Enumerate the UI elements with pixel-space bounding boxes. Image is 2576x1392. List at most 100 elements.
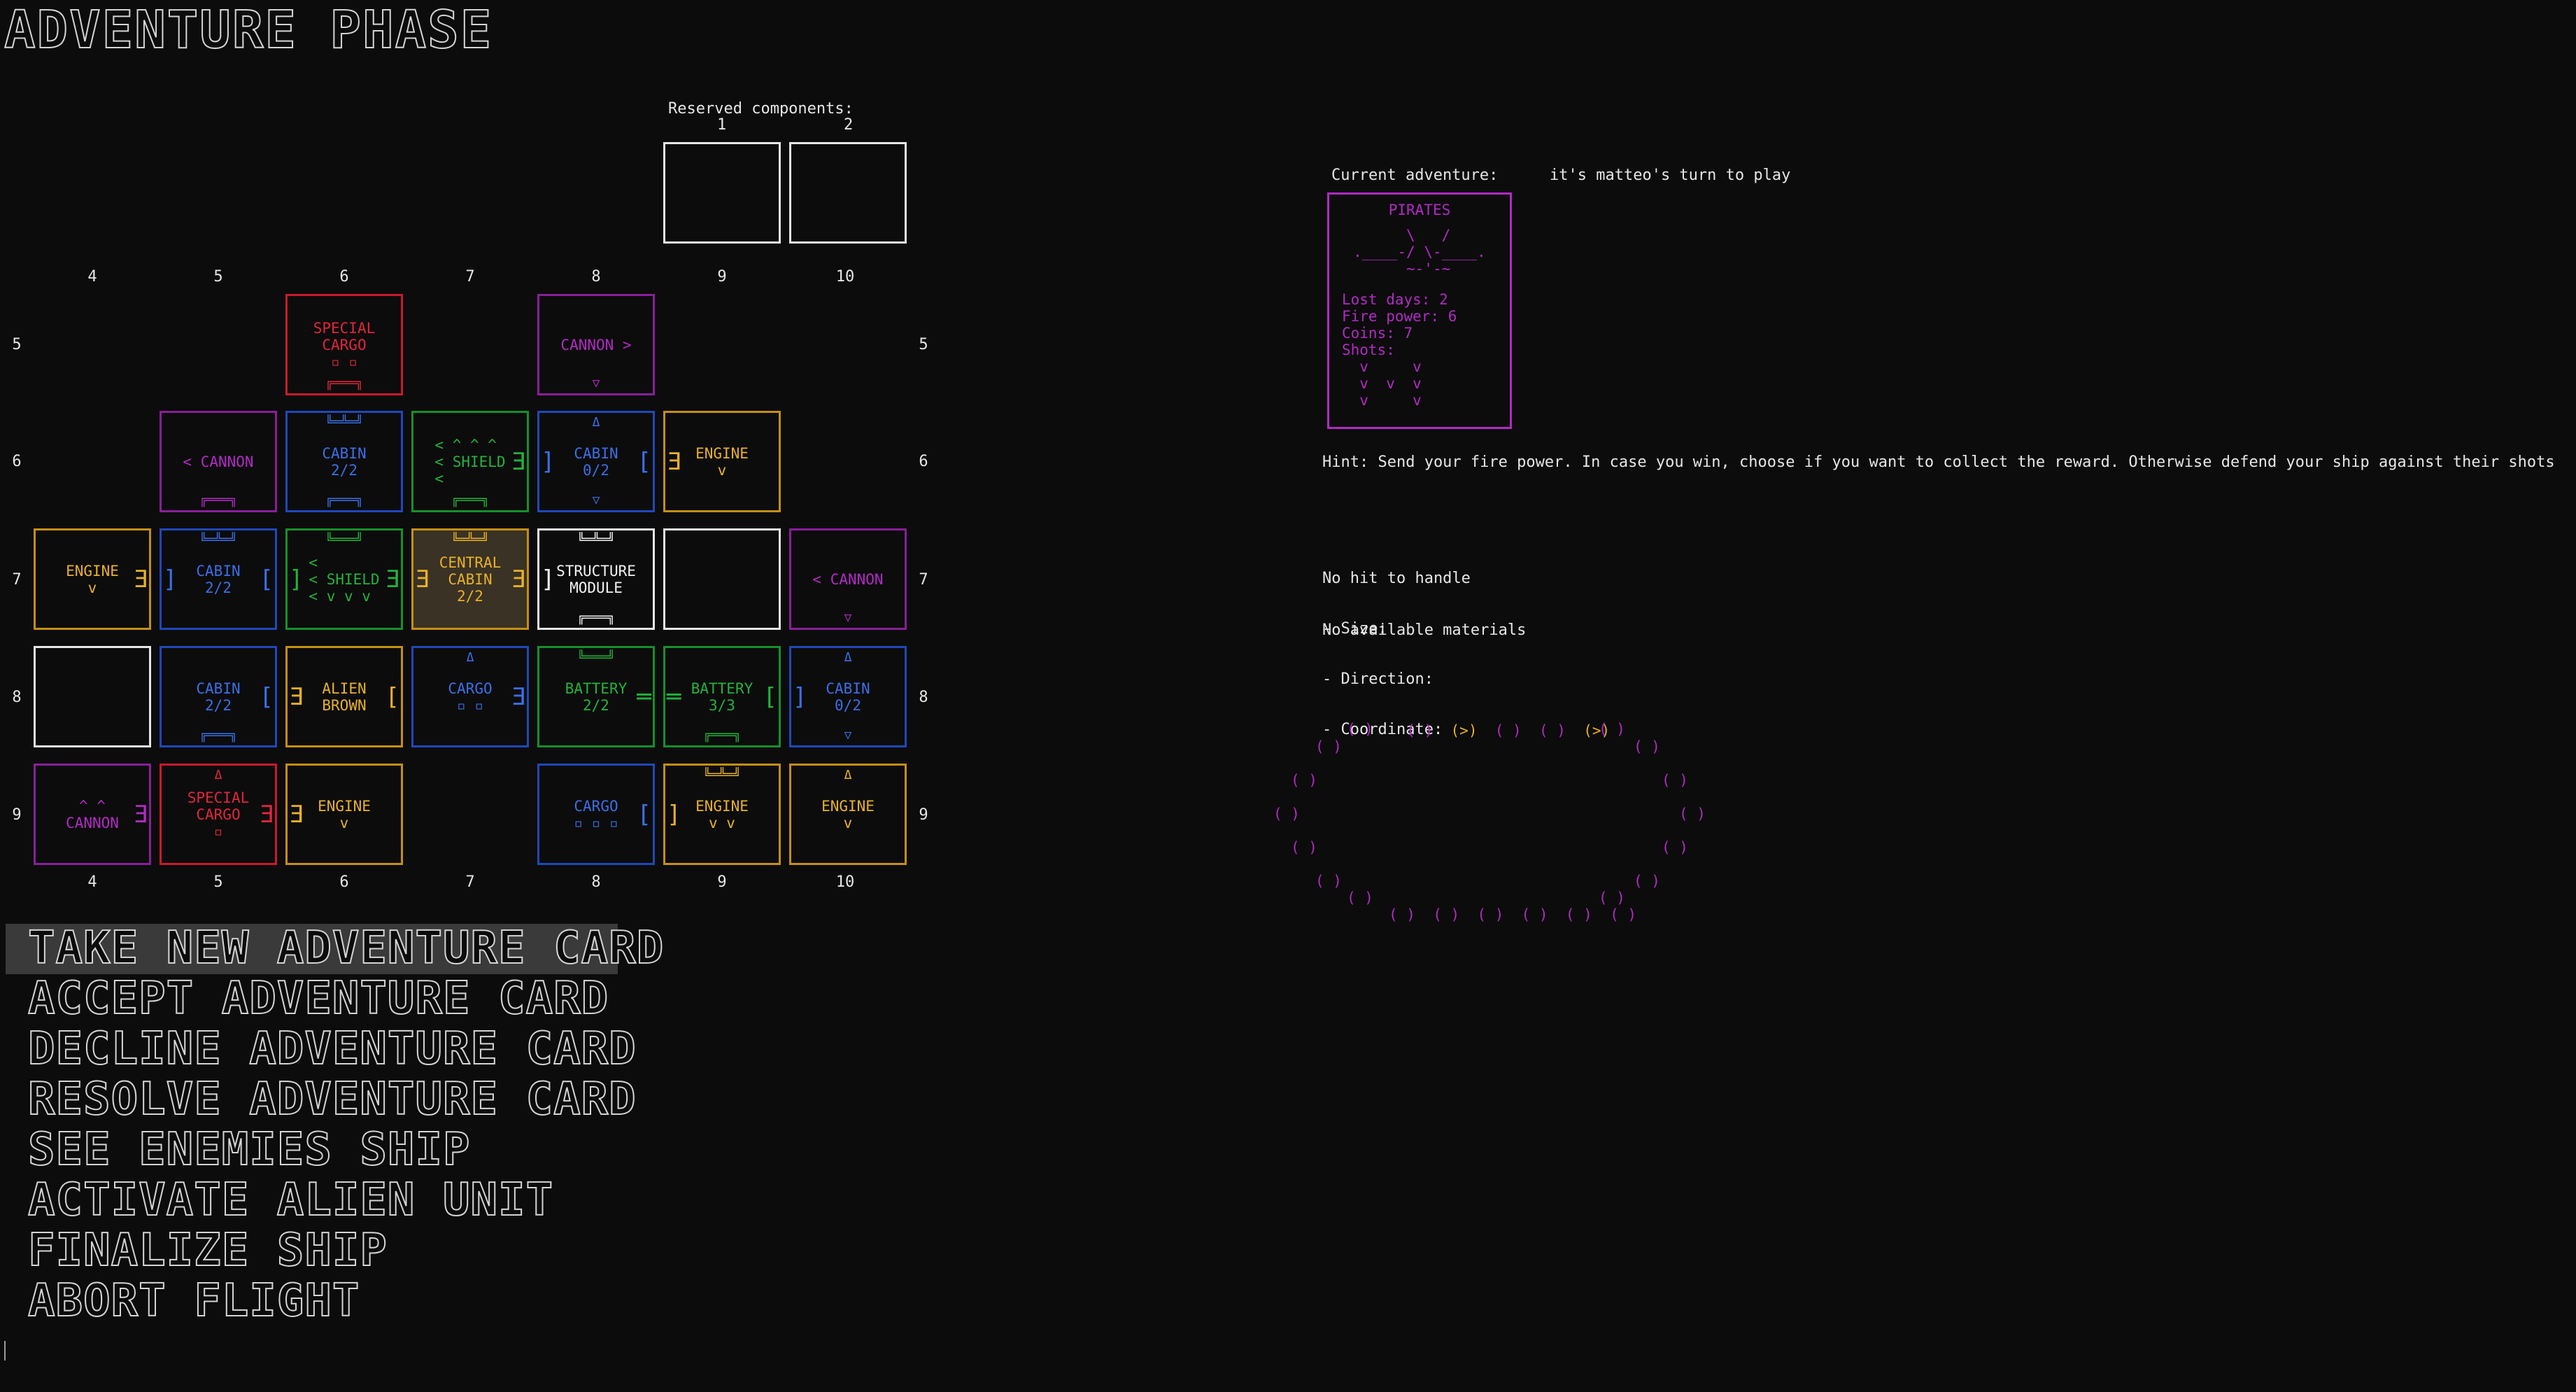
col-label: 10 xyxy=(835,873,855,891)
col-label: 5 xyxy=(213,268,223,286)
row-label: 5 xyxy=(12,336,22,353)
card-stat-coins: Coins: 7 xyxy=(1342,325,1413,342)
tile-battery[interactable]: ═ BATTERY 3/3 [ ╔═══╗ xyxy=(663,646,781,747)
menu-finalize-ship[interactable]: FINALIZE SHIP xyxy=(27,1224,388,1277)
ring-cell: ( ) xyxy=(1599,890,1625,906)
tile-engine[interactable]: Ǝ ENGINE v xyxy=(285,764,403,865)
row-label: 8 xyxy=(12,689,22,706)
reserved-slot-1[interactable] xyxy=(663,142,781,244)
shots-art: v v v v v v v xyxy=(1359,358,1422,409)
row-label: 7 xyxy=(919,571,928,589)
current-adventure-label: Current adventure: xyxy=(1331,167,1499,184)
card-stat-shots: Shots: xyxy=(1342,342,1395,358)
reserved-slot-2-label: 2 xyxy=(844,116,854,134)
tile-special-cargo[interactable]: Δ SPECIAL CARGO ▫ Ǝ xyxy=(160,764,277,865)
ring-cell: ( ) xyxy=(1494,722,1522,739)
tile-empty-slot[interactable] xyxy=(34,646,151,747)
card-stat-fire-power: Fire power: 6 xyxy=(1342,308,1457,325)
tile-shield[interactable]: < ^ ^ ^ < SHIELD < Ǝ ╔═══╗ xyxy=(411,411,529,512)
hint-text: Hint: Send your fire power. In case you … xyxy=(1322,454,2555,471)
tile-central-cabin[interactable]: ╚═╩═╝ Ǝ CENTRAL CABIN 2/2 Ǝ xyxy=(411,528,529,630)
reserved-slot-2[interactable] xyxy=(789,142,907,244)
tile-cabin[interactable]: Δ ] CABIN 0/2 ▽ xyxy=(789,646,907,747)
menu-see-enemies-ship[interactable]: SEE ENEMIES SHIP xyxy=(27,1123,470,1176)
tile-cannon[interactable]: < CANNON ╔═══╗ xyxy=(160,411,277,512)
ring-cell: ( ) xyxy=(1599,721,1625,738)
menu-decline-adventure-card[interactable]: DECLINE ADVENTURE CARD xyxy=(27,1022,637,1076)
tile-shield[interactable]: ╚═══╝ ] < < SHIELD < v v v Ǝ xyxy=(285,528,403,630)
tile-cabin[interactable]: ╚═╩═╝ CABIN 2/2 ╔═══╗ xyxy=(285,411,403,512)
menu-activate-alien-unit[interactable]: ACTIVATE ALIEN UNIT xyxy=(27,1174,553,1227)
col-label: 8 xyxy=(591,268,601,286)
menu-accept-adventure-card[interactable]: ACCEPT ADVENTURE CARD xyxy=(27,972,609,1025)
ring-cell-player: (>) xyxy=(1450,722,1478,739)
col-label: 5 xyxy=(213,873,223,891)
tile-cabin[interactable]: Δ ] CABIN 0/2 [ ▽ xyxy=(537,411,655,512)
ring-cell: ( ) xyxy=(1347,890,1373,906)
row-label: 5 xyxy=(919,336,928,353)
row-label: 6 xyxy=(12,453,22,470)
col-label: 4 xyxy=(87,268,97,286)
ring-cell: ( ) xyxy=(1634,873,1660,890)
row-label: 6 xyxy=(919,453,928,470)
tile-cabin[interactable]: ╚═╩═╝ ] CABIN 2/2 [ xyxy=(160,528,277,630)
tile-cabin[interactable]: CABIN 2/2 [ ╔═══╗ xyxy=(160,646,277,747)
hit-status: No hit to handle xyxy=(1322,570,1471,587)
ring-cell: ( ) xyxy=(1315,738,1342,755)
reserved-slot-1-label: 1 xyxy=(717,116,727,134)
tile-engine[interactable]: ╚═╩═╝ ] ENGINE v v xyxy=(663,764,781,865)
menu-abort-flight[interactable]: ABORT FLIGHT xyxy=(27,1274,360,1328)
ring-cell: ( ) xyxy=(1662,839,1688,856)
tile-alien-brown[interactable]: Ǝ ALIEN BROWN [ xyxy=(285,646,403,747)
ring-cell: ( ) xyxy=(1679,806,1706,822)
col-label: 7 xyxy=(465,268,475,286)
tile-engine[interactable]: ENGINE v Ǝ xyxy=(34,528,151,630)
row-label: 9 xyxy=(919,806,928,824)
col-label: 9 xyxy=(717,268,727,286)
ring-cell: ( ) xyxy=(1315,873,1342,890)
tile-cannon[interactable]: CANNON > ▽ xyxy=(537,294,655,395)
tile-empty-slot[interactable] xyxy=(663,528,781,630)
tile-cargo[interactable]: CARGO ▫ ▫ ▫ [ xyxy=(537,764,655,865)
col-label: 8 xyxy=(591,873,601,891)
ring-cell: ( ) xyxy=(1539,722,1566,739)
ring-cell: ( ) xyxy=(1347,721,1373,738)
reserved-label: Reserved components: xyxy=(668,100,854,118)
ring-cell: ( ) xyxy=(1634,738,1660,755)
col-label: 6 xyxy=(339,873,349,891)
ring-cell: ( ) xyxy=(1662,772,1688,789)
tile-cargo[interactable]: Δ CARGO ▫ ▫ Ǝ xyxy=(411,646,529,747)
col-label: 10 xyxy=(835,268,855,286)
pirate-ship-art: \ / .____-/ \-____. ~-'-~ xyxy=(1353,227,1486,277)
page-title: ADVENTURE PHASE xyxy=(3,0,493,61)
col-label: 9 xyxy=(717,873,727,891)
col-label: 4 xyxy=(87,873,97,891)
materials-status: No available materials xyxy=(1322,621,1527,639)
tile-structure-module[interactable]: ╚═╩═╝ ] STRUCTURE MODULE ╔═══╗ xyxy=(537,528,655,630)
tile-special-cargo[interactable]: SPECIAL CARGO ▫ ▫ ╔═══╗ xyxy=(285,294,403,395)
row-label: 7 xyxy=(12,571,22,589)
turn-status: it's matteo's turn to play xyxy=(1550,167,1791,184)
text-cursor xyxy=(4,1341,6,1361)
ring-cell: ( ) xyxy=(1291,839,1317,856)
menu-take-new-adventure-card[interactable]: TAKE NEW ADVENTURE CARD xyxy=(27,922,664,975)
row-label: 9 xyxy=(12,806,22,824)
ring-cell: ( ) ( ) ( ) ( ) ( ) ( ) xyxy=(1389,906,1637,923)
tile-cannon[interactable]: < CANNON ▽ xyxy=(789,528,907,630)
tile-engine[interactable]: Ǝ ENGINE v xyxy=(663,411,781,512)
col-label: 6 xyxy=(339,268,349,286)
card-stat-lost-days: Lost days: 2 xyxy=(1342,291,1448,308)
tile-battery[interactable]: ╚═══╝ BATTERY 2/2 ═ xyxy=(537,646,655,747)
adventure-card: PIRATES \ / .____-/ \-____. ~-'-~ Lost d… xyxy=(1327,192,1512,429)
ring-cell: ( ) xyxy=(1273,806,1300,822)
ring-cell: ( ) xyxy=(1406,722,1434,739)
col-label: 7 xyxy=(465,873,475,891)
flight-board-ring: ( ) (>) ( ) ( ) (>) xyxy=(1389,705,1610,739)
card-title: PIRATES xyxy=(1388,202,1451,218)
tile-engine[interactable]: Δ ENGINE v xyxy=(789,764,907,865)
ring-cell: ( ) xyxy=(1291,772,1317,789)
tile-cannon[interactable]: ^ ^ CANNON Ǝ xyxy=(34,764,151,865)
menu-resolve-adventure-card[interactable]: RESOLVE ADVENTURE CARD xyxy=(27,1073,637,1126)
hit-direction: - Direction: xyxy=(1322,670,1434,688)
row-label: 8 xyxy=(919,689,928,706)
